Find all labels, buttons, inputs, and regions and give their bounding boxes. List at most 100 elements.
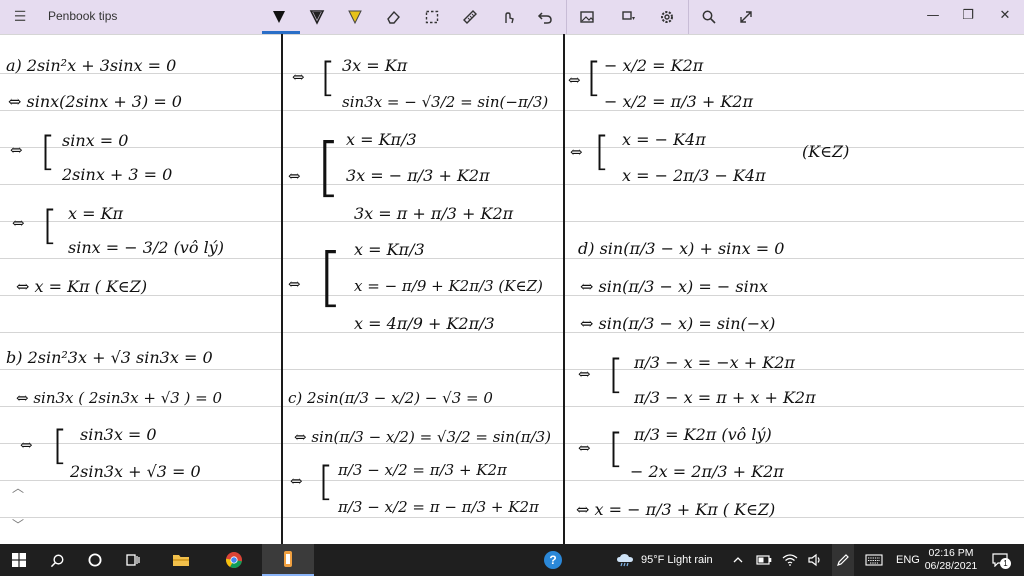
note-line: − x/2 = π/3 + K2π	[604, 92, 753, 111]
equivalence-symbol: ⇔	[578, 439, 591, 457]
clock[interactable]: 02:16 PM 06/28/2021	[922, 544, 980, 576]
ruled-line	[0, 517, 1024, 518]
note-line: b) 2sin²3x + √3 sin3x = 0	[6, 348, 213, 367]
notifications-button[interactable]: 1	[986, 544, 1014, 576]
show-hidden-icons-icon[interactable]	[728, 544, 748, 576]
help-button[interactable]: ?	[540, 544, 566, 576]
touch-keyboard-icon[interactable]	[862, 544, 886, 576]
note-line: sin3x = 0	[80, 425, 157, 444]
note-line: π/3 − x = π + x + K2π	[634, 388, 816, 407]
note-line: 3x = π + π/3 + K2π	[354, 204, 514, 223]
note-line: 2sin3x + √3 = 0	[70, 462, 201, 481]
penbook-icon[interactable]	[262, 544, 314, 576]
chrome-icon[interactable]	[218, 544, 250, 576]
lasso-icon[interactable]	[419, 5, 445, 29]
note-line: 2sinx + 3 = 0	[62, 165, 173, 184]
expand-icon[interactable]	[733, 5, 759, 29]
equivalence-symbol: ⇔	[578, 365, 591, 383]
equivalence-symbol: ⇔	[20, 436, 33, 454]
note-line: x = Kπ/3	[346, 130, 417, 149]
note-line: d) sin(π/3 − x) + sinx = 0	[578, 239, 785, 258]
input-language[interactable]: ENG	[896, 544, 920, 576]
taskbar: ? 95°F Light rain ENG 02:16 PM 06/28/202…	[0, 544, 1024, 576]
note-line: x = − K4π	[622, 130, 706, 149]
note-line: − 2x = 2π/3 + K2π	[630, 462, 784, 481]
system-bracket: [	[52, 423, 68, 469]
note-line: π/3 = K2π (vô lý)	[634, 425, 772, 444]
note-line: ⇔ sin(π/3 − x/2) = √3/2 = sin(π/3)	[294, 428, 552, 446]
help-icon: ?	[544, 551, 562, 569]
note-line: x = Kπ	[68, 204, 124, 223]
toolbar-separator	[688, 0, 689, 34]
system-bracket: [	[40, 129, 56, 175]
pen-menu-icon[interactable]	[832, 544, 854, 576]
equivalence-symbol: ⇔	[292, 68, 305, 86]
windows-start-icon[interactable]	[4, 544, 34, 576]
touch-write-icon[interactable]	[495, 5, 521, 29]
volume-icon[interactable]	[805, 544, 825, 576]
scroll-down-icon[interactable]: ﹀	[10, 516, 26, 532]
image-icon[interactable]	[574, 5, 600, 29]
pen-black-icon[interactable]	[266, 5, 292, 29]
note-line: x = − π/9 + K2π/3 (K∈Z)	[354, 277, 543, 295]
shapes-icon[interactable]	[616, 5, 642, 29]
column-divider	[563, 34, 565, 544]
note-line: c) 2sin(π/3 − x/2) − √3 = 0	[288, 389, 493, 407]
note-line: ⇔ x = − π/3 + Kπ ( K∈Z)	[576, 500, 776, 519]
equivalence-symbol: ⇔	[12, 214, 25, 232]
cloud-rain-icon	[617, 554, 633, 567]
ruled-line	[0, 369, 1024, 370]
file-explorer-icon[interactable]	[166, 544, 196, 576]
ruled-line	[0, 147, 1024, 148]
clock-date: 06/28/2021	[924, 560, 978, 572]
note-line: π/3 − x/2 = π − π/3 + K2π	[338, 498, 539, 516]
note-line: ⇔ sin(π/3 − x) = sin(−x)	[580, 314, 776, 333]
wifi-icon[interactable]	[780, 544, 800, 576]
system-bracket: [	[586, 55, 602, 101]
note-line: x = Kπ/3	[354, 240, 425, 259]
note-line: ⇔ sinx(2sinx + 3) = 0	[8, 92, 182, 111]
note-line: ⇔ sin3x ( 2sin3x + √3 ) = 0	[16, 389, 223, 407]
ruled-line	[0, 258, 1024, 259]
search-icon[interactable]	[696, 5, 722, 29]
system-bracket: [	[320, 55, 336, 101]
task-view-icon[interactable]	[118, 544, 148, 576]
equivalence-symbol: ⇔	[570, 143, 583, 161]
notifications-badge: 1	[1000, 558, 1011, 569]
pen-dark-icon[interactable]	[304, 5, 330, 29]
scroll-up-icon[interactable]: ︿	[10, 479, 26, 495]
cortana-icon[interactable]	[80, 544, 110, 576]
ruler-icon[interactable]	[457, 5, 483, 29]
menu-icon[interactable]: ☰	[10, 8, 30, 26]
ruled-line	[0, 34, 1024, 35]
weather-text: 95°F Light rain	[641, 554, 713, 566]
equivalence-symbol: ⇔	[568, 71, 581, 89]
eraser-icon[interactable]	[380, 5, 406, 29]
settings-icon[interactable]	[654, 5, 680, 29]
column-divider	[281, 34, 283, 544]
toolbar-separator	[566, 0, 567, 34]
close-button[interactable]: ✕	[990, 4, 1020, 26]
system-bracket: [	[318, 241, 343, 315]
battery-icon[interactable]	[754, 544, 774, 576]
note-line: (K∈Z)	[802, 142, 850, 161]
maximize-button[interactable]: ❐	[953, 4, 983, 26]
note-line: π/3 − x = −x + K2π	[634, 353, 795, 372]
minimize-button[interactable]: —	[918, 4, 948, 26]
weather-widget[interactable]: 95°F Light rain	[616, 544, 713, 576]
note-line: x = − 2π/3 − K4π	[622, 166, 766, 185]
undo-icon[interactable]	[532, 5, 558, 29]
note-line: π/3 − x/2 = π/3 + K2π	[338, 461, 507, 479]
highlighter-icon[interactable]	[342, 5, 368, 29]
notebook-page[interactable]: a) 2sin²x + 3sinx = 0 ⇔ sinx(2sinx + 3) …	[0, 34, 1024, 544]
note-line: 3x = − π/3 + K2π	[346, 166, 490, 185]
system-bracket: [	[316, 131, 341, 205]
ruled-line	[0, 332, 1024, 333]
note-line: x = 4π/9 + K2π/3	[354, 314, 495, 333]
equivalence-symbol: ⇔	[10, 141, 23, 159]
clock-time: 02:16 PM	[928, 547, 974, 559]
search-icon[interactable]	[42, 544, 72, 576]
note-line: − x/2 = K2π	[604, 56, 704, 75]
system-bracket: [	[42, 203, 58, 249]
title-bar: ☰ Penbook tips — ❐ ✕	[0, 0, 1024, 34]
